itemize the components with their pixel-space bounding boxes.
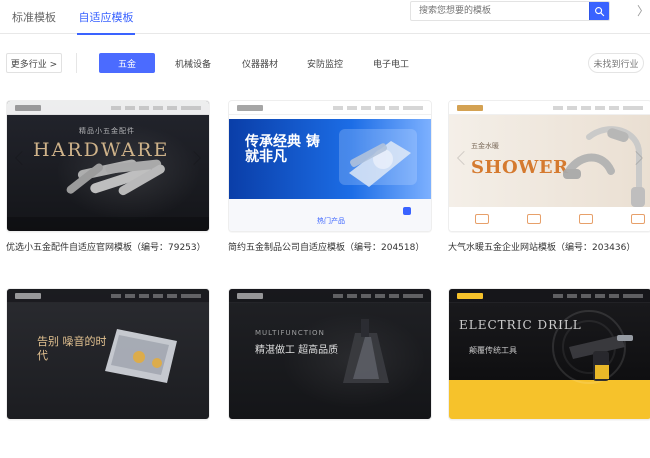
chevron-right-glyph: 〉 (637, 3, 650, 18)
chevron-right-icon[interactable]: 〉 (637, 2, 649, 18)
template-card[interactable]: HARDWARE 精品小五金配件 优选小五金配件自适应官网模板（编号：79253… (6, 100, 210, 270)
screws-illustration (7, 159, 209, 231)
template-card[interactable]: SHOWER 五金水暖 大气水暖五金企业网站模板（编号：203436） (448, 100, 650, 270)
template-type-tabs-bar: 标准模板 自适应模板 〉 (0, 0, 650, 35)
shovel-illustration (343, 319, 389, 383)
industry-chip-security[interactable]: 安防监控 (302, 53, 348, 73)
template-grid: HARDWARE 精品小五金配件 优选小五金配件自适应官网模板（编号：79253… (0, 94, 650, 420)
feature-icon (475, 214, 489, 224)
hinge-illustration (105, 329, 177, 383)
tab-standard-templates[interactable]: 标准模板 (8, 0, 60, 34)
feature-icon (579, 214, 593, 224)
search-icon (594, 2, 605, 20)
template-caption: 简约五金制品公司自适应模板（编号：204518） (228, 243, 425, 253)
tab-responsive-templates[interactable]: 自适应模板 (77, 0, 135, 35)
industry-chip-machinery[interactable]: 机械设备 (170, 53, 216, 73)
tab-standard-templates-label: 标准模板 (12, 11, 56, 24)
tab-responsive-templates-label: 自适应模板 (78, 11, 134, 24)
template-caption: 大气水暖五金企业网站模板（编号：203436） (448, 243, 636, 253)
more-industries-button[interactable]: 更多行业 > (6, 53, 62, 73)
template-thumbnail[interactable]: HARDWARE 精品小五金配件 (6, 100, 210, 232)
hot-products-label: 热门产品 (317, 217, 345, 225)
template-search (410, 1, 610, 21)
feature-icon (527, 214, 541, 224)
template-caption: 优选小五金配件自适应官网模板（编号：79253） (6, 243, 206, 253)
industry-chip-electronics[interactable]: 电子电工 (368, 53, 414, 73)
industry-chip-label: 电子电工 (372, 59, 409, 70)
more-industries-label: 更多行业 > (10, 59, 58, 70)
industry-not-found-label: 未找到行业 (593, 59, 639, 70)
search-button[interactable] (589, 2, 609, 20)
drill-illustration (552, 310, 633, 384)
industry-chip-label: 机械设备 (174, 59, 211, 70)
industry-chip-label: 安防监控 (306, 59, 343, 70)
industry-chip-label: 仪器器材 (241, 59, 278, 70)
mini-button-icon (403, 207, 411, 215)
template-card[interactable]: MULTIFUNCTION 精湛做工 超高品质 (228, 288, 432, 458)
template-thumbnail[interactable]: 传承经典 铸就非凡 热门产品 (228, 100, 432, 232)
feature-icon (631, 214, 645, 224)
industry-filter-row: 更多行业 > 五金 机械设备 仪器器材 安防监控 电子电工 未找到行业 (0, 48, 650, 76)
template-card[interactable]: 告别 噪音的时代 (6, 288, 210, 458)
industry-not-found-button[interactable]: 未找到行业 (588, 53, 644, 73)
template-thumbnail[interactable]: ELECTRIC DRILL 颠覆传统工具 (448, 288, 650, 420)
template-thumbnail[interactable]: MULTIFUNCTION 精湛做工 超高品质 (228, 288, 432, 420)
template-thumbnail[interactable]: 告别 噪音的时代 (6, 288, 210, 420)
industry-chip-instruments[interactable]: 仪器器材 (237, 53, 283, 73)
filter-divider (76, 53, 77, 73)
industry-chip-hardware[interactable]: 五金 (99, 53, 155, 73)
industry-chip-label: 五金 (117, 59, 136, 70)
search-input[interactable] (411, 2, 589, 20)
template-card[interactable]: 传承经典 铸就非凡 热门产品 简约五金制品公司自适应模板（编号：204518） (228, 100, 432, 270)
template-thumbnail[interactable]: SHOWER 五金水暖 (448, 100, 650, 232)
template-card[interactable]: ELECTRIC DRILL 颠覆传统工具 (448, 288, 650, 458)
